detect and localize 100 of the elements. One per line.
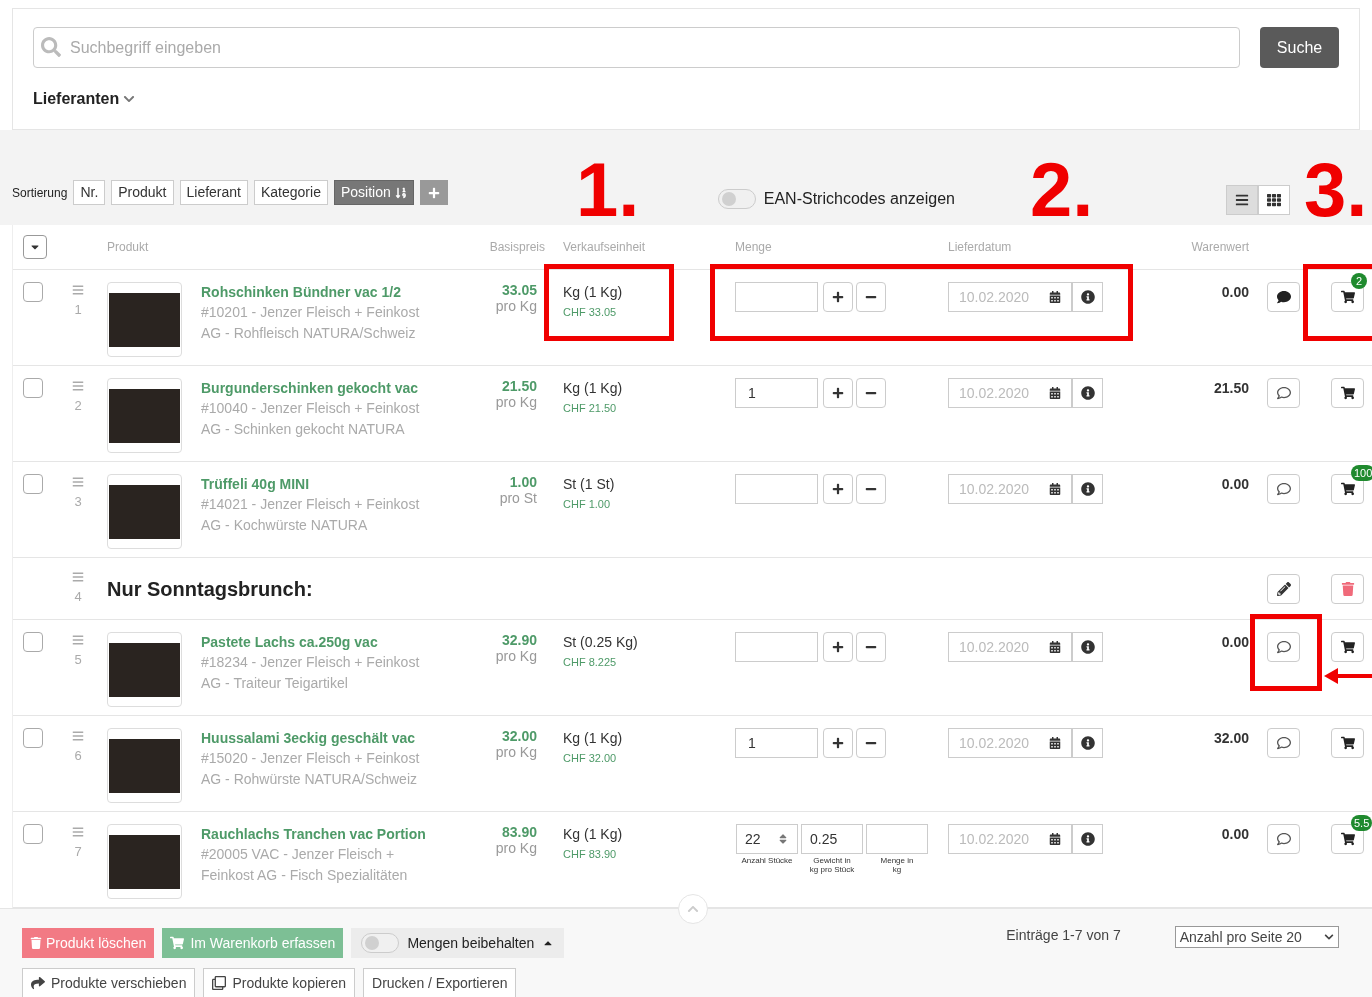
base-price: 32.90 (501, 632, 537, 648)
sales-unit: St (1 St) (563, 475, 616, 494)
keep-quantities-label: Mengen beibehalten (407, 933, 535, 953)
minus-button[interactable] (856, 474, 886, 504)
product-name[interactable]: Rauchlachs Tranchen vac Portion (201, 824, 481, 844)
plus-button[interactable] (823, 474, 853, 504)
quantity-field[interactable] (735, 632, 818, 662)
info-button[interactable] (1072, 474, 1103, 504)
position-number: 3 (74, 493, 82, 511)
minus-button[interactable] (856, 632, 886, 662)
position-number: 4 (74, 587, 82, 606)
product-name[interactable]: Rohschinken Bündner vac 1/2 (201, 282, 481, 302)
goods-value: 0.00 (1221, 476, 1249, 492)
info-button[interactable] (1072, 824, 1103, 854)
drag-handle-icon[interactable] (72, 380, 84, 392)
product-description: #10040 - Jenzer Fleisch + Feinkost AG - Schinken gekocht NATURA (201, 399, 421, 439)
sort-button[interactable]: Produkt (111, 180, 174, 205)
cart-icon (1340, 832, 1355, 846)
plus-icon (832, 483, 844, 495)
drag-handle-icon[interactable] (72, 476, 84, 488)
minus-button[interactable] (856, 728, 886, 758)
grid-view-button[interactable] (1258, 185, 1290, 215)
sort-icon (394, 186, 407, 199)
cart-count-badge: 100 (1351, 465, 1372, 481)
sort-button[interactable]: Nr. (73, 180, 106, 205)
field-caption: Anzahl Stücke (741, 856, 793, 865)
info-button[interactable] (1072, 632, 1103, 662)
quantity-field[interactable] (735, 474, 818, 504)
search-button[interactable]: Suche (1260, 27, 1339, 68)
row-checkbox[interactable] (23, 824, 43, 844)
sort-button[interactable]: Lieferant (179, 180, 248, 205)
product-name[interactable]: Pastete Lachs ca.250g vac (201, 632, 481, 652)
quantity-kg-field[interactable] (866, 824, 928, 854)
cart-button[interactable] (1331, 378, 1364, 408)
drag-handle-icon[interactable] (72, 826, 84, 838)
row-checkbox[interactable] (23, 378, 43, 398)
position-number: 7 (74, 843, 82, 861)
quantity-field[interactable]: 1 (735, 728, 818, 758)
comment-button[interactable] (1267, 282, 1300, 312)
info-icon (1080, 482, 1095, 496)
position-number: 5 (74, 651, 82, 669)
toggle-switch[interactable] (361, 933, 400, 953)
column-header: Produkt (107, 240, 149, 254)
spinner-icon[interactable] (777, 833, 789, 845)
search-field[interactable]: Suchbegriff eingeben (33, 27, 1240, 68)
plus-button[interactable] (823, 378, 853, 408)
plus-icon (832, 291, 844, 303)
plus-button[interactable] (823, 632, 853, 662)
drag-handle-icon[interactable] (72, 284, 84, 296)
quantity-field[interactable]: 1 (735, 378, 818, 408)
cart-button[interactable] (1331, 728, 1364, 758)
cart-icon (1340, 386, 1355, 400)
move-products-button[interactable]: Produkte verschieben (22, 968, 196, 997)
row-checkbox[interactable] (23, 474, 43, 494)
goods-value: 0.00 (1221, 826, 1249, 842)
product-description: #15020 - Jenzer Fleisch + Feinkost AG - Rohwürste NATURA/Schweiz (201, 749, 421, 789)
base-price: 1.00 (509, 474, 537, 490)
print-export-button[interactable]: Drucken / Exportieren (363, 968, 517, 997)
list-view-button[interactable] (1226, 185, 1258, 215)
grid-icon (1267, 193, 1281, 207)
column-header: Warenwert (1191, 240, 1249, 254)
sales-unit: Kg (1 Kg) (563, 729, 624, 748)
weight-field[interactable]: 0.25 (801, 824, 863, 854)
product-name[interactable]: Huussalami 3eckig geschält vac (201, 728, 481, 748)
product-name[interactable]: Burgunderschinken gekocht vac (201, 378, 481, 398)
ean-toggle-label: EAN-Strichcodes anzeigen (763, 189, 955, 209)
info-button[interactable] (1072, 378, 1103, 408)
drag-handle-icon[interactable] (72, 730, 84, 742)
info-button[interactable] (1072, 282, 1103, 312)
position-number: 2 (74, 397, 82, 415)
piece-count-field[interactable]: 22 (736, 824, 798, 854)
delete-product-button[interactable]: Produkt löschen (22, 928, 155, 958)
info-button[interactable] (1072, 728, 1103, 758)
suppliers-dropdown[interactable]: Lieferanten (33, 87, 136, 111)
minus-button[interactable] (856, 282, 886, 312)
price-unit: pro Kg (495, 840, 537, 856)
select-dropdown-button[interactable] (23, 235, 47, 259)
sort-button[interactable]: Position (333, 180, 414, 205)
delete-button[interactable] (1331, 573, 1364, 604)
info-icon (1080, 640, 1095, 654)
edit-button[interactable] (1267, 573, 1300, 604)
sort-button[interactable]: Kategorie (254, 180, 328, 205)
add-sort-button[interactable] (419, 180, 448, 205)
page-size-select[interactable]: Anzahl pro Seite 20 (1174, 926, 1339, 948)
quantity-field[interactable] (735, 282, 818, 312)
plus-button[interactable] (823, 282, 853, 312)
column-header: Menge (735, 240, 772, 254)
copy-products-button[interactable]: Produkte kopieren (203, 968, 356, 997)
minus-button[interactable] (856, 378, 886, 408)
cart-button[interactable] (1331, 632, 1364, 662)
plus-button[interactable] (823, 728, 853, 758)
toggle-switch[interactable] (717, 189, 756, 209)
drag-handle-icon[interactable] (72, 570, 84, 583)
row-checkbox[interactable] (23, 728, 43, 748)
entries-count: Einträge 1-7 von 7 (1006, 926, 1121, 945)
row-checkbox[interactable] (23, 282, 43, 302)
position-number: 1 (74, 301, 82, 319)
drag-handle-icon[interactable] (72, 634, 84, 646)
row-checkbox[interactable] (23, 632, 43, 652)
product-name[interactable]: Trüffeli 40g MINI (201, 474, 481, 494)
